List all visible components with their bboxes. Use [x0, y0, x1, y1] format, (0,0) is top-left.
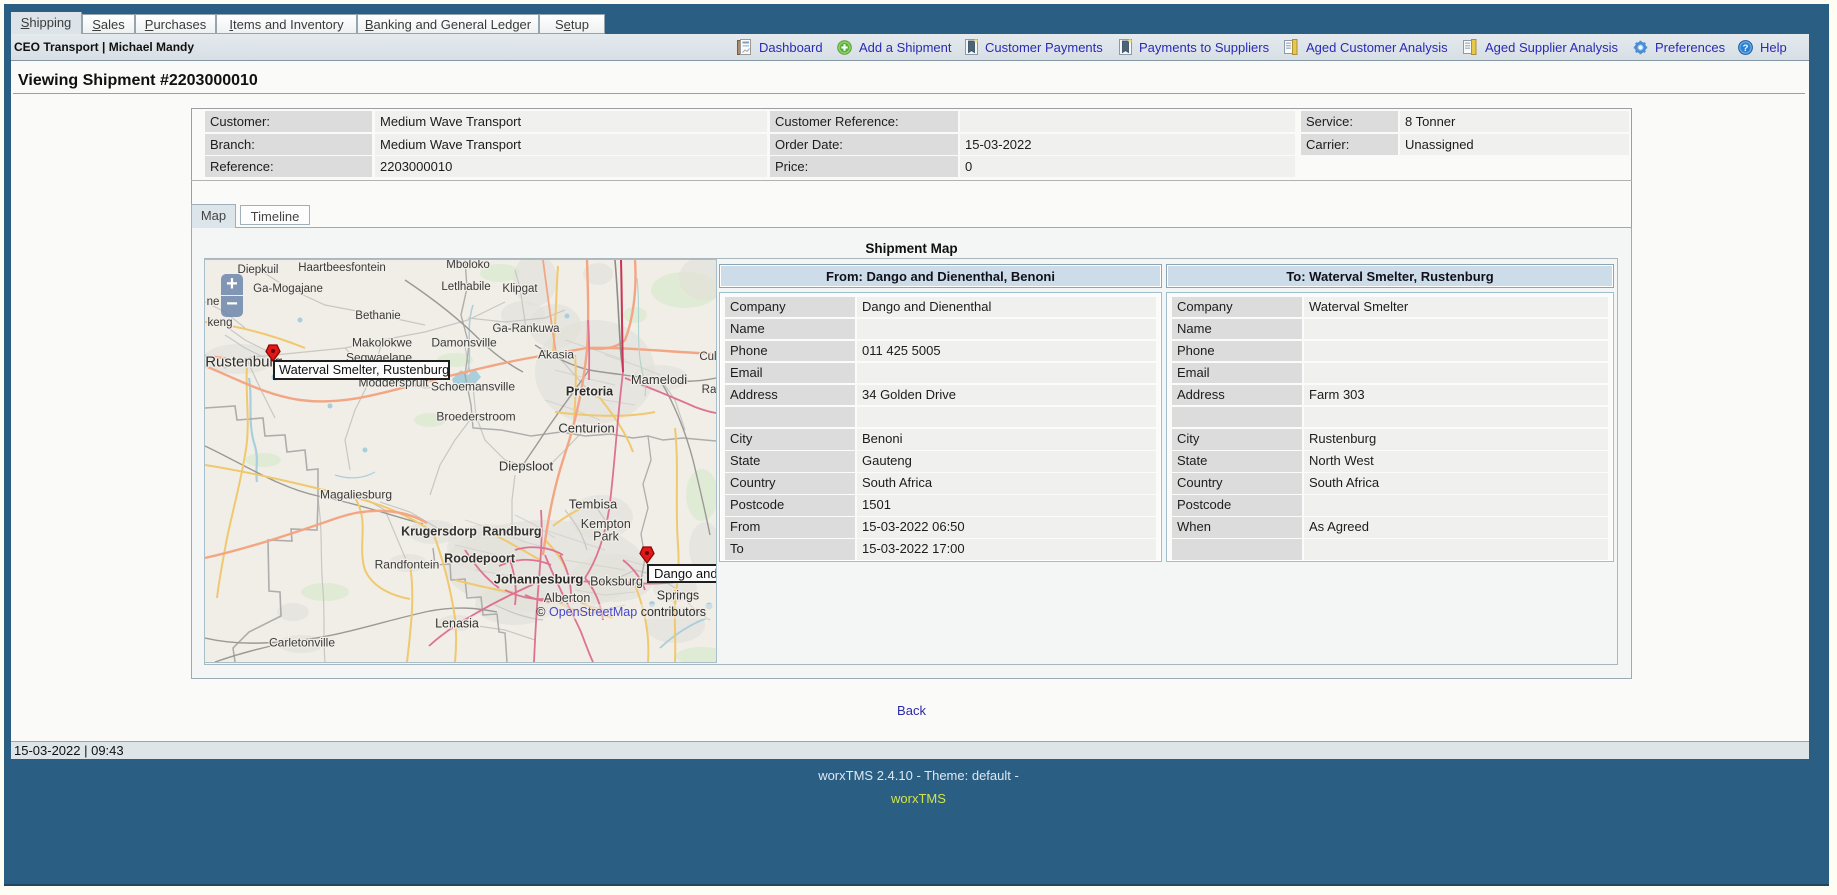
svg-text:Ga-Mogajane: Ga-Mogajane	[253, 283, 323, 295]
svg-text:Cul: Cul	[699, 351, 716, 363]
svg-text:Randfontein: Randfontein	[375, 557, 440, 571]
svg-text:Johannesburg: Johannesburg	[494, 572, 584, 587]
svg-text:Krugersdorp: Krugersdorp	[401, 525, 477, 539]
svg-text:Centurion: Centurion	[558, 421, 614, 436]
svg-text:Diepsloot: Diepsloot	[499, 459, 554, 474]
svg-text:Broederstroom: Broederstroom	[436, 409, 515, 423]
svg-text:Roodepoort: Roodepoort	[444, 552, 516, 566]
svg-text:Randburg: Randburg	[482, 525, 541, 539]
svg-text:Pretoria: Pretoria	[566, 385, 614, 399]
svg-text:Akasia: Akasia	[538, 347, 574, 361]
svg-text:Bethanie: Bethanie	[355, 310, 400, 322]
svg-text:Ga-Rankuwa: Ga-Rankuwa	[492, 323, 560, 335]
svg-text:Schoemansville: Schoemansville	[431, 379, 515, 393]
svg-text:Boksburg: Boksburg	[590, 575, 643, 589]
svg-text:keng: keng	[208, 317, 233, 329]
svg-text:© OpenStreetMap contributors: © OpenStreetMap contributors	[536, 605, 706, 619]
svg-text:Mboloko: Mboloko	[446, 260, 489, 271]
svg-text:Lenasia: Lenasia	[435, 617, 479, 631]
svg-text:Ra: Ra	[702, 384, 716, 396]
svg-text:Mamelodi: Mamelodi	[631, 372, 687, 387]
svg-text:Haartbeesfontein: Haartbeesfontein	[298, 262, 386, 274]
svg-text:Damonsville: Damonsville	[431, 335, 497, 349]
svg-text:Diepkuil: Diepkuil	[238, 264, 279, 276]
svg-text:Tembisa: Tembisa	[569, 497, 618, 512]
svg-text:Magaliesburg: Magaliesburg	[320, 487, 392, 501]
svg-text:ne: ne	[207, 296, 220, 308]
svg-text:Letlhabile: Letlhabile	[441, 281, 490, 293]
svg-text:?: ?	[1743, 43, 1749, 54]
svg-text:Springs: Springs	[657, 589, 699, 603]
svg-text:Alberton: Alberton	[544, 591, 591, 605]
svg-text:Makolokwe: Makolokwe	[352, 335, 412, 349]
svg-text:Carletonville: Carletonville	[269, 635, 335, 649]
svg-text:Klipgat: Klipgat	[502, 283, 538, 295]
svg-text:Park: Park	[593, 530, 619, 544]
